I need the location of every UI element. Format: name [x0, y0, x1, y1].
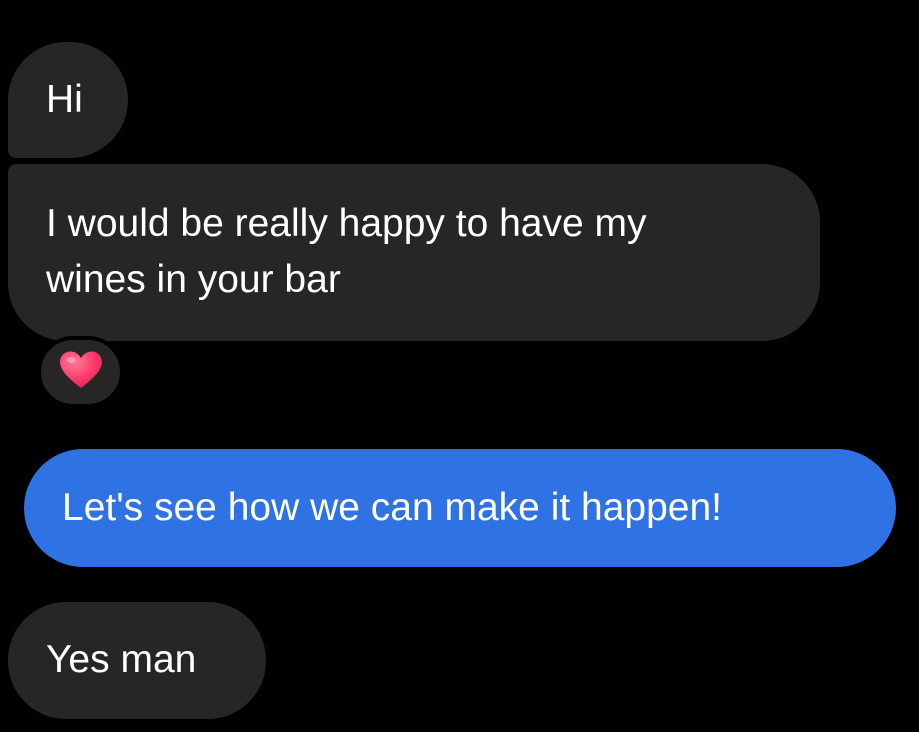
message-text: Let's see how we can make it happen! [62, 486, 723, 529]
message-text-line: I would be really happy to have my [46, 202, 647, 245]
outgoing-message-bubble[interactable]: Let's see how we can make it happen! [24, 449, 896, 567]
message-text-line: wines in your bar [46, 258, 341, 301]
incoming-message-bubble[interactable]: I would be really happy to have my wines… [8, 164, 820, 341]
message-text: Yes man [46, 638, 197, 681]
heart-icon [58, 350, 104, 395]
incoming-message-bubble[interactable]: Yes man [8, 602, 266, 719]
message-text: Hi [46, 78, 83, 121]
incoming-message-bubble[interactable]: Hi [8, 42, 128, 158]
message-reaction[interactable] [37, 336, 124, 408]
